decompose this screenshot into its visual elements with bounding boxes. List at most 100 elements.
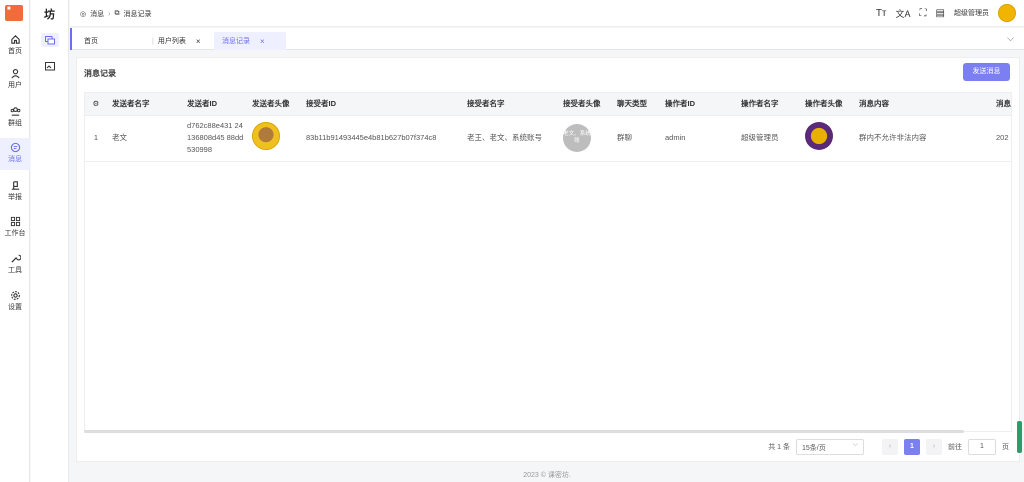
rail-item-report[interactable]: 举报 — [0, 178, 30, 204]
header-tools: Tт 文A ⛶ ▤ 超级管理员 — [876, 4, 1016, 22]
tab-label-home: 首页 — [84, 38, 98, 45]
tab-bar: 首页 | 用户列表 × 消息记录 × ⌵ — [70, 28, 1024, 50]
rail-label-settings: 设置 — [8, 304, 22, 311]
group-icon — [10, 107, 20, 116]
col-receiver-id: 接受者ID — [301, 93, 462, 116]
user-name[interactable]: 超级管理员 — [954, 8, 989, 18]
page-button-current[interactable]: 1 — [904, 439, 920, 455]
chat-records-icon[interactable] — [41, 33, 59, 47]
sub-rail: 坊 — [31, 0, 69, 482]
cell-operator-name: 超级管理员 — [736, 115, 800, 162]
report-icon — [11, 181, 19, 190]
cell-content: 群内不允许非法内容 — [854, 115, 991, 162]
tab-label-message-records: 消息记录 — [222, 38, 250, 45]
chevron-right-icon: › — [108, 10, 111, 18]
cell-receiver-name: 老王、老文、系统账号 — [462, 115, 558, 162]
layout-icon[interactable]: ▤ — [936, 8, 945, 19]
cell-operator-avatar — [800, 115, 854, 162]
col-operator-id: 操作者ID — [660, 93, 736, 116]
rail-label-report: 举报 — [8, 194, 22, 201]
rail-item-tools[interactable]: 工具 — [0, 251, 30, 277]
footer: 2023 © 课密坊. — [523, 472, 571, 479]
image-records-icon[interactable] — [41, 59, 59, 73]
next-page-button[interactable]: › — [926, 439, 942, 455]
breadcrumb: ◎ 消息 › ⧉ 消息记录 — [80, 9, 151, 19]
top-header: ◎ 消息 › ⧉ 消息记录 Tт 文A ⛶ ▤ 超级管理员 — [70, 0, 1024, 27]
rail-label-home: 首页 — [8, 48, 22, 55]
gear-icon — [10, 291, 20, 300]
page-title: 消息记录 — [84, 69, 116, 78]
column-settings-icon[interactable]: ⚙ — [85, 93, 107, 116]
breadcrumb-item-message[interactable]: 消息 — [90, 9, 104, 19]
rail-label-tools: 工具 — [8, 267, 22, 274]
goto-label: 前往 — [948, 444, 962, 451]
fullscreen-icon[interactable]: ⛶ — [920, 8, 927, 19]
chevron-down-icon[interactable]: ⌵ — [1007, 33, 1014, 44]
col-sender-id: 发送者ID — [182, 93, 247, 116]
left-rail: ■ 首页 用户 群组 消息 举报 工作台 工具 设置 — [0, 0, 30, 482]
cell-operator-id: admin — [660, 115, 736, 162]
cell-sender-name: 老文 — [107, 115, 182, 162]
col-chat-type: 聊天类型 — [612, 93, 660, 116]
grid-icon — [10, 216, 20, 227]
translate-icon[interactable]: 文A — [896, 7, 911, 20]
sub-rail-title: 坊 — [44, 9, 55, 21]
cell-chat-type: 群聊 — [612, 115, 660, 162]
message-icon — [10, 142, 20, 153]
col-time: 消息 — [991, 93, 1011, 116]
goto-page-input[interactable]: 1 — [968, 439, 996, 455]
cell-receiver-id: 83b11b91493445e4b81b627b07f374c8 — [301, 115, 462, 162]
rail-item-workbench[interactable]: 工作台 — [0, 214, 30, 240]
close-icon[interactable]: × — [260, 37, 265, 46]
col-receiver-name: 接受者名字 — [462, 93, 558, 116]
cell-time: 202 — [991, 115, 1011, 162]
tab-user-list[interactable]: | 用户列表 × — [144, 32, 212, 50]
rail-item-group[interactable]: 群组 — [0, 104, 30, 130]
rail-label-message: 消息 — [8, 156, 22, 163]
user-icon — [10, 69, 20, 79]
prev-page-button[interactable]: ‹ — [882, 439, 898, 455]
tab-bar-accent — [70, 28, 72, 50]
table-row[interactable]: 1 老文 d762c88e431 24136808d45 88dd530998 … — [85, 115, 1011, 162]
tab-divider: | — [152, 37, 154, 45]
breadcrumb-item-records: 消息记录 — [123, 11, 152, 18]
avatar[interactable] — [998, 4, 1016, 22]
col-operator-name: 操作者名字 — [736, 93, 800, 116]
rail-item-home[interactable]: 首页 — [0, 32, 30, 58]
message-icon: ◎ — [80, 11, 87, 18]
records-table: ⚙ 发送者名字 发送者ID 发送者头像 接受者ID 接受者名字 接受者头像 聊天… — [84, 92, 1012, 432]
avatar — [805, 122, 833, 150]
tab-home[interactable]: 首页 — [76, 32, 140, 50]
rail-label-workbench: 工作台 — [4, 230, 26, 237]
close-icon[interactable]: × — [196, 37, 201, 46]
rail-item-settings[interactable]: 设置 — [0, 288, 30, 314]
send-message-button[interactable]: 发送消息 — [963, 63, 1010, 81]
col-receiver-avatar: 接受者头像 — [558, 93, 612, 116]
table-header-row: ⚙ 发送者名字 发送者ID 发送者头像 接受者ID 接受者名字 接受者头像 聊天… — [85, 93, 1011, 116]
font-size-icon[interactable]: Tт — [876, 8, 887, 19]
tab-message-records[interactable]: 消息记录 × — [214, 32, 286, 50]
avatar — [252, 122, 280, 150]
home-icon — [10, 35, 20, 44]
col-operator-avatar: 操作者头像 — [800, 93, 854, 116]
rail-label-user: 用户 — [8, 82, 22, 89]
app-logo: ■ — [5, 5, 23, 21]
group-avatar: 老文、系统账 — [563, 124, 591, 152]
cell-sender-id: d762c88e431 24136808d45 88dd530998 — [182, 115, 247, 162]
total-count: 共 1 条 — [768, 444, 790, 451]
horizontal-scrollbar[interactable] — [84, 430, 964, 433]
page-size-select[interactable]: 15条/页 — [796, 439, 864, 455]
cell-receiver-avatar: 老文、系统账 — [558, 115, 612, 162]
chat-records-icon: ⧉ — [114, 10, 120, 17]
col-sender-name: 发送者名字 — [107, 93, 182, 116]
row-index: 1 — [85, 115, 107, 162]
rail-label-group: 群组 — [8, 120, 22, 127]
content-card: 消息记录 发送消息 ⚙ 发送者名字 发送者ID 发送者头像 接受者ID 接受者名… — [76, 57, 1020, 462]
wrench-icon — [10, 254, 21, 263]
rail-item-user[interactable]: 用户 — [0, 66, 30, 92]
cell-sender-avatar — [247, 115, 301, 162]
col-content: 消息内容 — [854, 93, 991, 116]
col-sender-avatar: 发送者头像 — [247, 93, 301, 116]
side-widget-handle[interactable] — [1017, 421, 1022, 453]
rail-item-message[interactable]: 消息 — [0, 138, 30, 170]
